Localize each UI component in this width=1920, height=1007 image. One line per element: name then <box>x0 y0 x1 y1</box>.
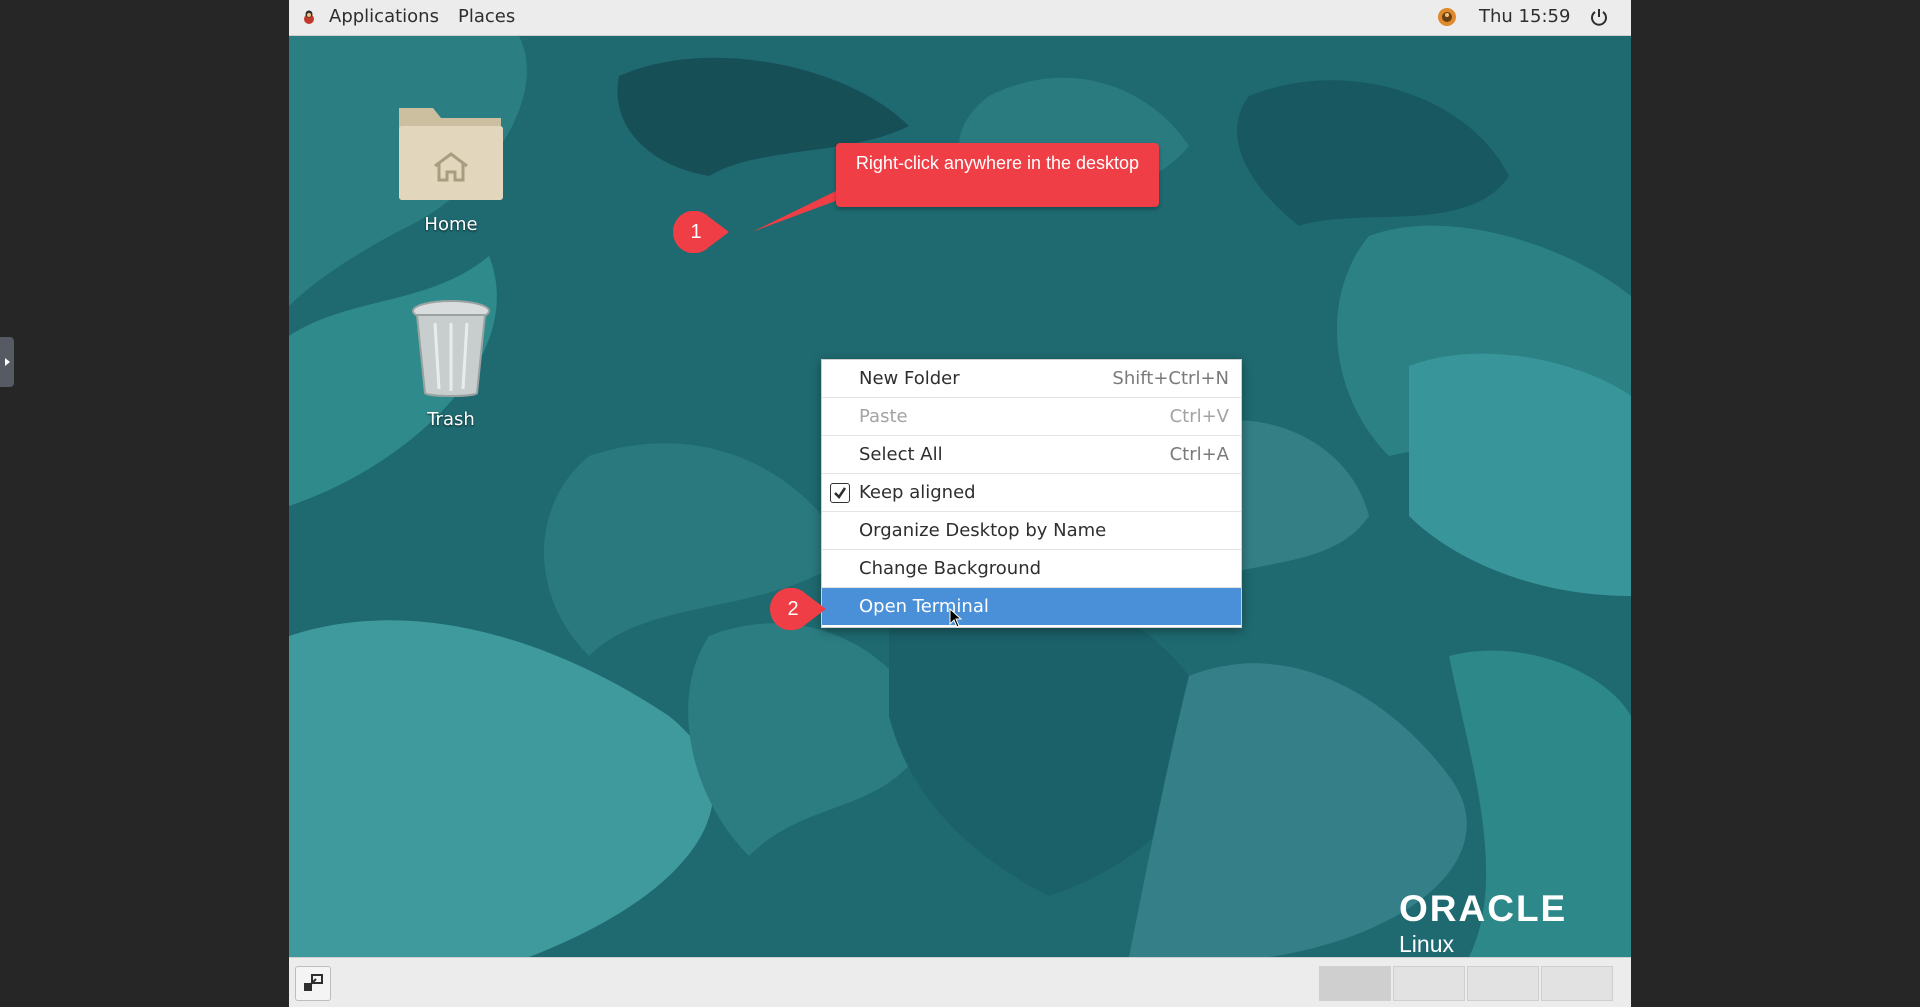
bottom-bar <box>289 957 1631 1007</box>
menu-item-shortcut: Ctrl+V <box>1169 406 1229 427</box>
applications-icon <box>301 9 317 29</box>
menu-item-select-all[interactable]: Select All Ctrl+A <box>822 436 1241 474</box>
menu-item-organize-desktop[interactable]: Organize Desktop by Name <box>822 512 1241 550</box>
workspace-4[interactable] <box>1541 966 1613 1001</box>
oracle-linux-logo: ORACLE Linux <box>1399 890 1567 957</box>
menu-item-new-folder[interactable]: New Folder Shift+Ctrl+N <box>822 360 1241 398</box>
menu-item-label: Paste <box>859 406 908 427</box>
accessibility-icon[interactable] <box>1437 7 1457 31</box>
mouse-cursor-icon <box>949 607 963 632</box>
desktop-screen: Applications Places Thu 15:59 Home Trash… <box>289 0 1631 1007</box>
callout-step-1-text: Right-click anywhere in the desktop <box>836 143 1159 207</box>
menu-item-label: Organize Desktop by Name <box>859 520 1107 541</box>
places-menu[interactable]: Places <box>458 0 515 35</box>
step-2-badge: 2 <box>769 587 826 631</box>
menu-item-label: Open Terminal <box>859 596 989 617</box>
linux-wordmark: Linux <box>1399 931 1454 957</box>
step-1-number: 1 <box>690 221 702 243</box>
menu-item-label: Keep aligned <box>859 482 976 503</box>
menu-item-label: Select All <box>859 444 943 465</box>
clock[interactable]: Thu 15:59 <box>1479 0 1570 35</box>
menu-item-shortcut: Ctrl+A <box>1169 444 1229 465</box>
side-panel-handle[interactable] <box>0 337 14 387</box>
menu-item-paste[interactable]: Paste Ctrl+V <box>822 398 1241 436</box>
menu-item-label: New Folder <box>859 368 960 389</box>
power-icon[interactable] <box>1589 7 1609 31</box>
menu-item-shortcut: Shift+Ctrl+N <box>1112 368 1229 389</box>
menu-item-label: Change Background <box>859 558 1042 579</box>
oracle-wordmark: ORACLE <box>1399 888 1568 929</box>
step-1-badge: 1 <box>672 210 729 254</box>
show-desktop-button[interactable] <box>295 966 331 1001</box>
workspace-2[interactable] <box>1393 966 1465 1001</box>
menu-item-open-terminal[interactable]: Open Terminal <box>822 588 1241 627</box>
step-2-number: 2 <box>787 598 799 620</box>
workspace-1[interactable] <box>1319 966 1391 1001</box>
menu-item-keep-aligned[interactable]: Keep aligned <box>822 474 1241 512</box>
desktop-context-menu: New Folder Shift+Ctrl+N Paste Ctrl+V Sel… <box>821 359 1242 628</box>
desktop-area[interactable]: Home Trash Right-click anywhere in the d… <box>289 36 1631 957</box>
checkbox-checked-icon[interactable] <box>830 483 850 503</box>
top-bar: Applications Places Thu 15:59 <box>289 0 1631 36</box>
show-desktop-icon <box>296 974 330 1004</box>
applications-menu[interactable]: Applications <box>329 0 439 35</box>
workspace-3[interactable] <box>1467 966 1539 1001</box>
menu-item-change-background[interactable]: Change Background <box>822 550 1241 588</box>
